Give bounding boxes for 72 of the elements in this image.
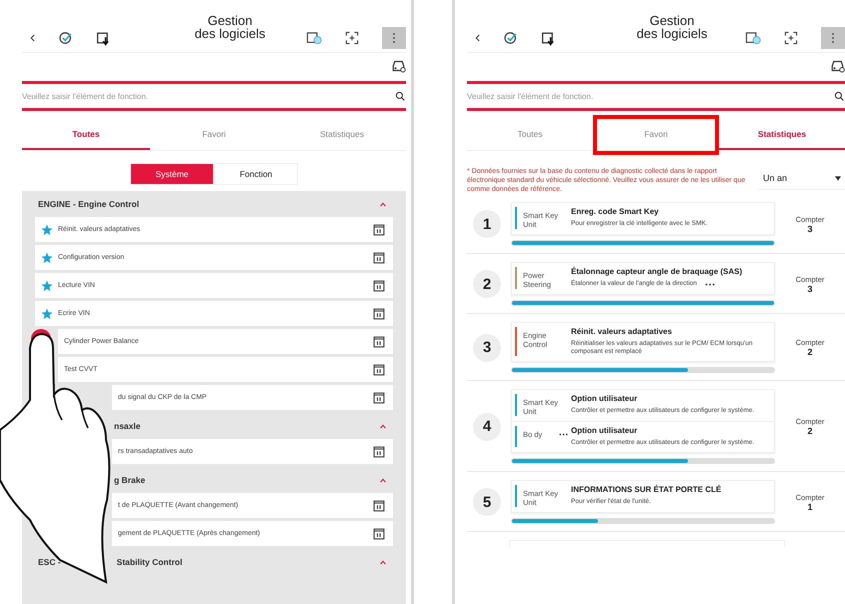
info-icon[interactable] [373,446,385,458]
section-title: ESC - [38,557,61,567]
back-icon[interactable] [30,33,36,43]
scan-icon[interactable] [783,30,799,46]
info-icon[interactable] [373,500,385,512]
car-icon[interactable] [830,59,845,73]
search-field[interactable]: Veuillez saisir l'élément de fonction. [467,92,834,100]
segment-button[interactable]: Système [130,163,214,185]
tab[interactable]: Favori [593,123,719,150]
calendar-icon[interactable] [745,30,761,46]
tab[interactable]: Toutes [22,123,150,150]
info-icon[interactable] [373,308,385,320]
segment-button[interactable]: Fonction [214,163,298,185]
more-dots-icon[interactable] [704,282,715,286]
info-icon[interactable] [373,336,385,348]
count-value: 3 [806,224,814,234]
rank-badge: 4 [473,412,501,440]
info-icon[interactable] [373,280,385,292]
star-icon[interactable] [41,252,53,264]
search-icon[interactable] [395,90,406,102]
period-dropdown[interactable]: Un an [759,167,845,190]
function-name: Option utilisateur [571,394,638,404]
search-field[interactable]: Veuillez saisir l'élément de fonction. [22,92,395,100]
more-vertical-icon[interactable] [831,31,835,45]
rank-badge: 1 [473,210,501,238]
calendar-icon[interactable] [306,30,322,46]
function-name: INFORMATIONS SUR ÉTAT PORTE CLÉ [571,485,722,495]
star-icon[interactable] [41,224,53,236]
tab[interactable]: Statistiques [278,123,406,150]
screen-title: des logiciels [194,27,266,40]
search-icon[interactable] [834,90,845,102]
more-vertical-icon[interactable] [392,31,396,45]
section-title: nsaxle [114,421,140,431]
history-check-icon[interactable] [58,30,74,46]
screen-title: Gestion [648,14,696,27]
function-name: Enreg. code Smart Key [571,207,660,217]
section-title: Stability Control [116,557,182,567]
scan-icon[interactable] [344,30,360,46]
chevron-icon[interactable] [379,200,387,208]
chevron-icon[interactable] [379,476,387,484]
tab[interactable]: Statistiques [719,123,845,150]
tab[interactable]: Favori [150,123,278,150]
section-title: ENGINE - Engine Control [38,199,140,209]
star-icon[interactable] [41,308,53,320]
info-icon[interactable] [373,364,385,376]
info-icon[interactable] [373,528,385,540]
dropdown-caret-icon[interactable] [835,176,841,180]
count-value: 2 [806,347,814,357]
tab[interactable]: Toutes [467,123,593,150]
section-title: g Brake [114,475,146,485]
count-value: 1 [806,502,814,512]
function-name: Étalonnage capteur angle de braquage (SAS) [571,267,744,277]
count-value: 2 [806,426,814,436]
star-icon[interactable] [41,280,53,292]
chevron-icon[interactable] [379,422,387,430]
rank-badge: 5 [473,488,501,516]
function-name: Option utilisateur [571,426,638,436]
back-icon[interactable] [475,33,481,43]
count-value: 3 [806,284,814,294]
more-dots-icon[interactable] [559,433,568,436]
screen-title: des logiciels [636,27,708,40]
screen-title: Gestion [206,14,254,27]
history-check-icon[interactable] [503,30,519,46]
info-icon[interactable] [373,252,385,264]
rank-badge: 2 [473,270,501,298]
function-name: Réinit. valeurs adaptatives [571,327,673,337]
info-icon[interactable] [373,224,385,236]
pointing-finger-drawing [28,328,56,386]
info-icon[interactable] [373,392,385,404]
rank-badge: 3 [473,334,501,362]
chevron-icon[interactable] [379,558,387,566]
car-icon[interactable] [391,59,406,73]
